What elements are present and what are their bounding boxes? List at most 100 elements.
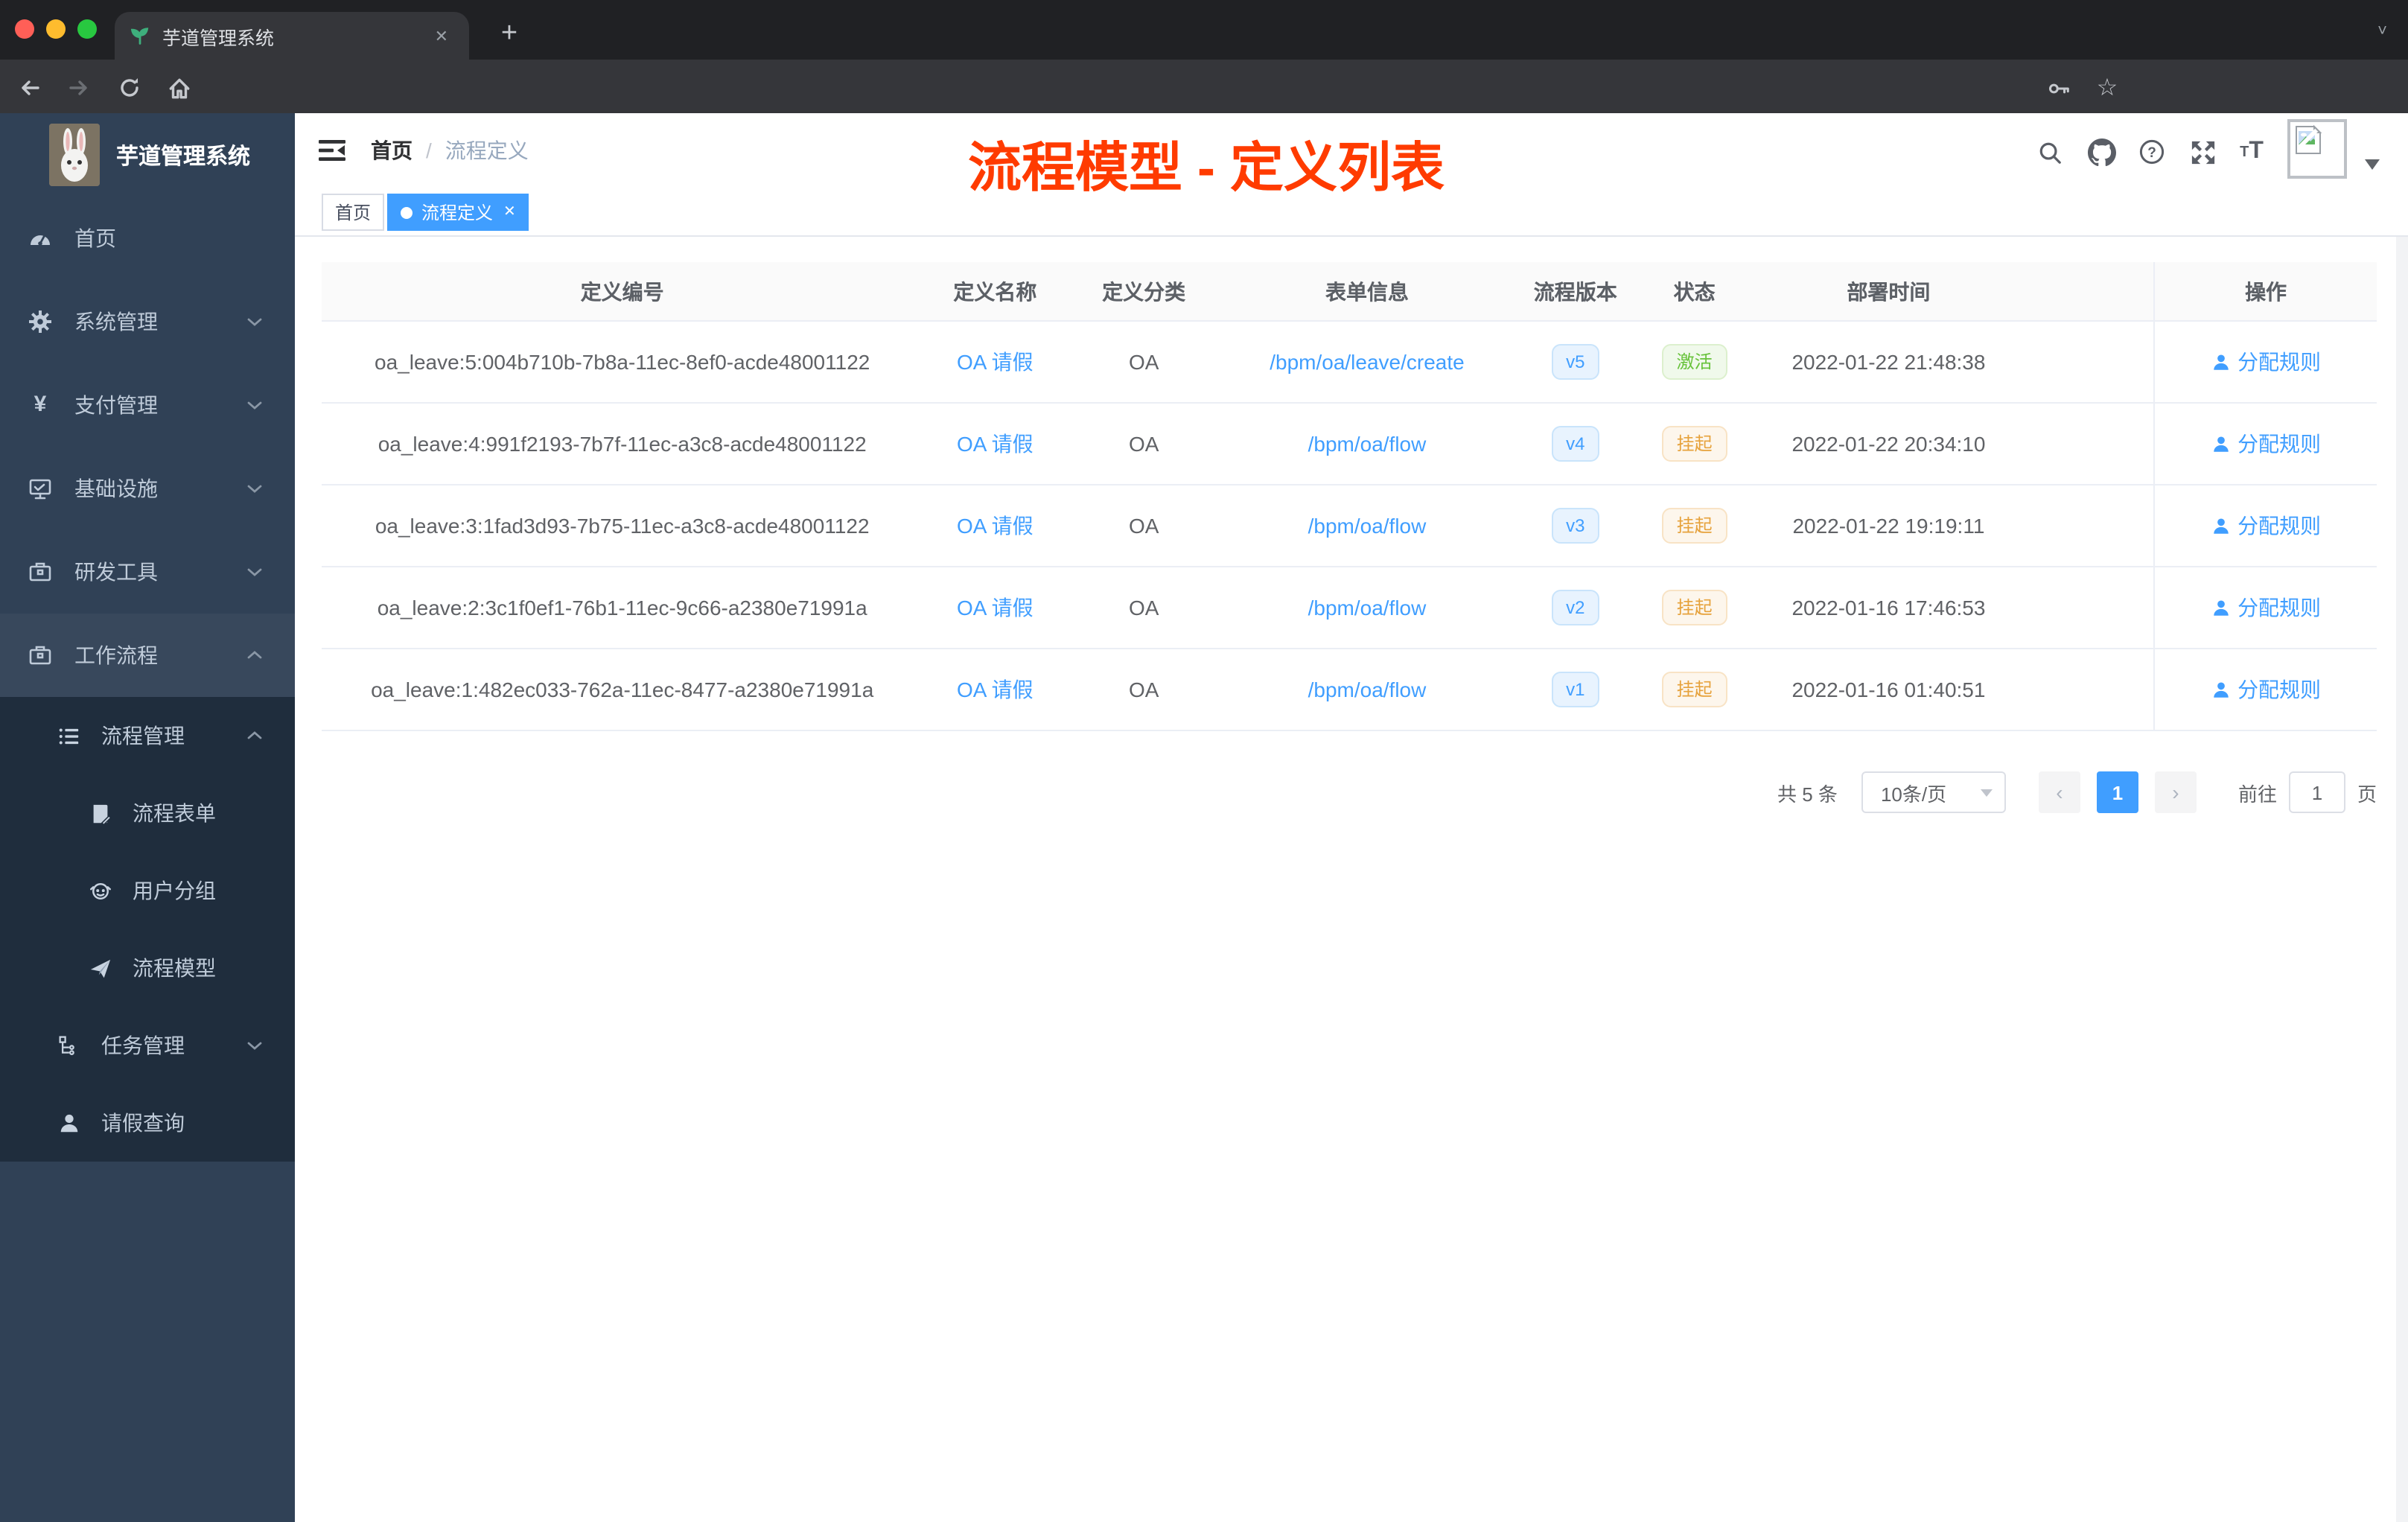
user-avatar[interactable] [2287,119,2347,179]
github-icon[interactable] [2086,137,2116,167]
version-badge: v2 [1551,590,1600,625]
new-tab-button[interactable]: + [488,13,530,55]
bookmark-star-icon[interactable]: ☆ [2089,70,2125,106]
sidebar-item-label: 流程模型 [133,956,216,980]
definition-name-link[interactable]: OA 请假 [957,675,1033,704]
tab-search-chevron-icon[interactable]: ˅ [2377,22,2387,40]
form-info-link[interactable]: /bpm/oa/flow [1308,678,1427,701]
sidebar-item-label: 基础设施 [74,477,158,500]
cell-filler [2025,404,2153,484]
chevron-down-icon [246,563,264,581]
page-size-select[interactable]: 10条/页 [1861,771,2006,813]
breadcrumb-home[interactable]: 首页 [371,136,413,165]
tag-home[interactable]: 首页 [322,194,385,231]
column-header-id: 定义编号 [580,279,664,303]
sidebar-collapse-icon[interactable] [319,137,345,164]
cell-definition-id: oa_leave:2:3c1f0ef1-76b1-11ec-9c66-a2380… [377,596,867,620]
sidebar-item-workflow[interactable]: 工作流程 [0,614,295,697]
favicon-sprout-icon [130,25,150,46]
sidebar-item-payment[interactable]: ¥ 支付管理 [0,363,295,447]
column-header-category: 定义分类 [1102,279,1186,303]
dashboard-icon [28,226,52,250]
form-info-link[interactable]: /bpm/oa/flow [1308,596,1427,620]
person-icon [2213,436,2228,451]
browser-tab[interactable]: 芋道管理系统 ✕ [115,12,469,60]
forward-button[interactable] [61,70,97,106]
cell-deploy-time: 2022-01-16 17:46:53 [1791,596,1986,620]
column-header-filler [2025,262,2153,320]
table-row: oa_leave:3:1fad3d93-7b75-11ec-a3c8-acde4… [322,485,2377,567]
sidebar-item-process-form[interactable]: 流程表单 [0,774,295,852]
person-icon [57,1111,80,1135]
page-unit-label: 页 [2357,783,2377,805]
person-icon [2213,681,2228,697]
sidebar-item-label: 流程表单 [133,801,216,825]
person-icon [2213,518,2228,533]
cell-filler [2025,567,2153,648]
macos-close-button[interactable] [15,19,34,39]
form-icon [88,801,112,825]
breadcrumb-current: 流程定义 [445,138,529,162]
column-header-form: 表单信息 [1325,279,1409,303]
assign-rule-button[interactable]: 分配规则 [2211,347,2321,377]
status-badge: 挂起 [1661,508,1727,544]
form-info-link[interactable]: /bpm/oa/leave/create [1270,350,1465,374]
chevron-down-icon [246,1037,264,1054]
tab-title: 芋道管理系统 [162,28,275,48]
sidebar-item-process-model[interactable]: 流程模型 [0,929,295,1007]
assign-rule-button[interactable]: 分配规则 [2211,593,2321,623]
avatar-dropdown-caret-icon[interactable] [2365,159,2380,170]
cell-deploy-time: 2022-01-16 01:40:51 [1791,678,1986,701]
table-row: oa_leave:2:3c1f0ef1-76b1-11ec-9c66-a2380… [322,567,2377,649]
sidebar-item-label: 研发工具 [74,560,158,584]
sidebar-item-home[interactable]: 首页 [0,197,295,280]
home-button[interactable] [161,70,197,106]
sidebar-item-task-management[interactable]: 任务管理 [0,1007,295,1084]
form-info-link[interactable]: /bpm/oa/flow [1308,514,1427,538]
table-row: oa_leave:5:004b710b-7b8a-11ec-8ef0-acde4… [322,322,2377,404]
next-page-button[interactable]: › [2154,771,2197,813]
browser-toolbar: 不安全 dashboard.yudao.iocoder.cn/bpm/manag… [0,60,2408,168]
paper-plane-icon [88,956,112,980]
search-icon[interactable] [2034,137,2064,167]
sidebar-item-leave-query[interactable]: 请假查询 [0,1084,295,1162]
briefcase-icon [28,643,52,667]
fullscreen-icon[interactable] [2188,137,2217,167]
password-key-icon[interactable] [2040,70,2076,106]
font-size-icon[interactable]: TT [2237,137,2267,167]
assign-rule-button[interactable]: 分配规则 [2211,429,2321,459]
breadcrumb: 首页 / 流程定义 [371,113,529,188]
sidebar-item-process-management[interactable]: 流程管理 [0,697,295,774]
definition-name-link[interactable]: OA 请假 [957,593,1033,623]
assign-rule-button[interactable]: 分配规则 [2211,675,2321,704]
page-number-button[interactable]: 1 [2096,771,2138,813]
tab-close-icon[interactable]: ✕ [429,23,454,48]
prev-page-button[interactable]: ‹ [2038,771,2080,813]
breadcrumb-separator: / [426,138,432,162]
help-icon[interactable]: ? [2137,137,2167,167]
tag-process-definition[interactable]: 流程定义 ✕ [387,194,529,231]
user-group-icon [88,879,112,902]
form-info-link[interactable]: /bpm/oa/flow [1308,432,1427,456]
person-icon [2213,599,2228,615]
cell-filler [2025,322,2153,402]
tag-close-icon[interactable]: ✕ [503,204,516,220]
goto-page-input[interactable] [2288,771,2345,813]
sidebar-item-system[interactable]: 系统管理 [0,280,295,363]
macos-zoom-button[interactable] [77,19,97,39]
assign-rule-button[interactable]: 分配规则 [2211,511,2321,541]
sidebar-item-label: 工作流程 [74,643,158,667]
back-button[interactable] [12,70,48,106]
sidebar-item-infra[interactable]: 基础设施 [0,447,295,530]
red-annotation-text: 流程模型 - 定义列表 [968,137,1445,198]
definition-name-link[interactable]: OA 请假 [957,511,1033,541]
definition-name-link[interactable]: OA 请假 [957,429,1033,459]
sidebar-item-devtools[interactable]: 研发工具 [0,530,295,614]
status-badge: 挂起 [1661,672,1727,707]
macos-minimize-button[interactable] [46,19,66,39]
sidebar-item-user-group[interactable]: 用户分组 [0,852,295,929]
definition-name-link[interactable]: OA 请假 [957,347,1033,377]
chevron-down-icon [246,313,264,331]
workflow-submenu: 流程管理 流程表单 用户分组 流程模型 任务管理 请假查询 [0,697,295,1162]
reload-button[interactable] [112,70,147,106]
